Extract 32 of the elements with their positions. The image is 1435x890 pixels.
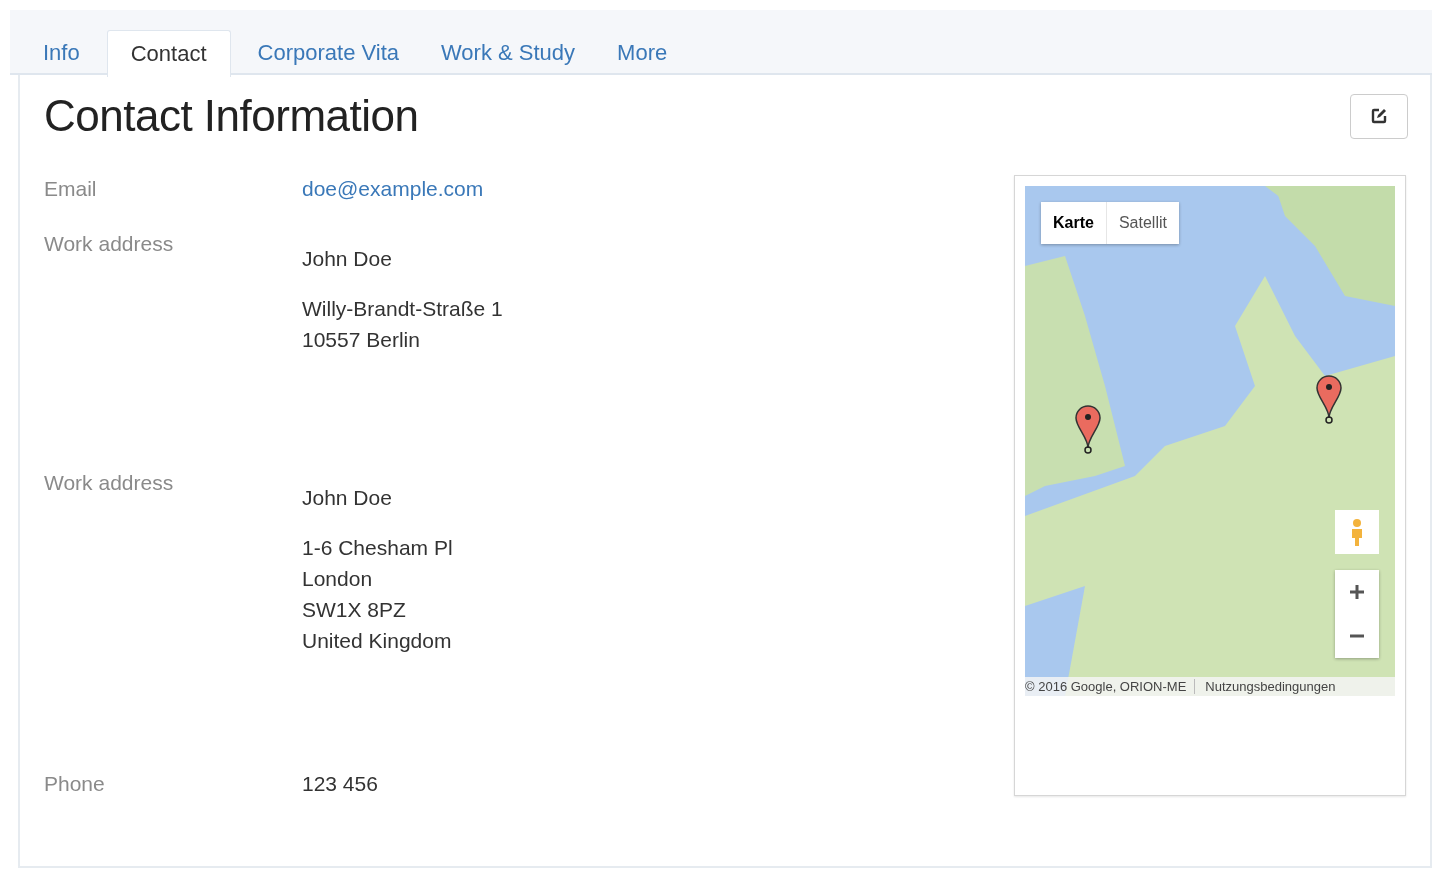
- tab[interactable]: Corporate Vita: [242, 30, 414, 75]
- address-line: United Kingdom: [302, 628, 453, 654]
- tab[interactable]: Info: [28, 30, 95, 75]
- address-line: 10557 Berlin: [302, 327, 421, 353]
- map-type-button[interactable]: Karte: [1041, 202, 1107, 244]
- page-title: Contact Information: [44, 91, 419, 141]
- email-link[interactable]: doe@example.com: [302, 177, 484, 200]
- edit-icon: [1370, 107, 1388, 125]
- address-name: John Doe: [302, 247, 393, 271]
- map-pin-icon[interactable]: [1314, 374, 1344, 424]
- address-line: SW1X 8PZ: [302, 597, 407, 623]
- field-label: Work address: [44, 232, 175, 257]
- address-line: Willy-Brandt-Straße 1: [302, 296, 503, 322]
- field-label: Email: [44, 177, 98, 202]
- zoom-in-button[interactable]: [1335, 570, 1379, 614]
- address-line: London: [302, 566, 374, 592]
- person-icon: [1350, 518, 1364, 546]
- address-line: 1-6 Chesham Pl: [302, 535, 453, 561]
- map-type-button[interactable]: Satellit: [1106, 202, 1179, 244]
- tab[interactable]: More: [602, 30, 683, 75]
- map-pin-icon[interactable]: [1073, 404, 1103, 454]
- edit-button[interactable]: [1350, 93, 1408, 139]
- plus-icon: [1350, 585, 1364, 599]
- map-copyright: © 2016 Google, ORION-ME: [1025, 679, 1196, 694]
- field-label: Phone: [44, 772, 106, 796]
- address-name: John Doe: [302, 486, 393, 510]
- map-area[interactable]: Karte Satellit © 2016 Google, ORION-ME Nutzungsbedingungen: [1025, 186, 1395, 696]
- tab[interactable]: Work & Study: [426, 30, 591, 75]
- phone-value: 123 456: [302, 772, 378, 796]
- tab[interactable]: Contact: [106, 30, 231, 77]
- field-label: Work address: [44, 471, 175, 496]
- terms-link[interactable]: Nutzungsbedingungen: [1195, 679, 1336, 694]
